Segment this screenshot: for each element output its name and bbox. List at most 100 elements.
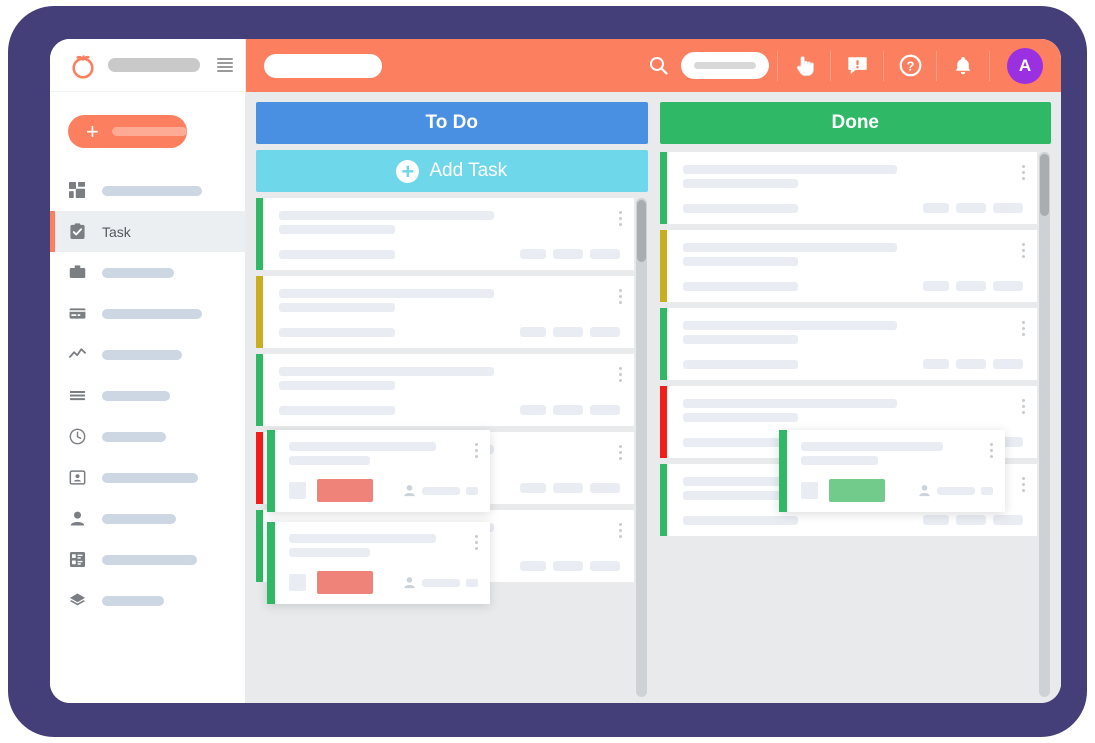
assignee-name-placeholder	[937, 486, 975, 495]
card-tag-row	[289, 479, 478, 502]
card-menu-icon[interactable]	[1022, 477, 1025, 492]
status-badge	[519, 249, 546, 259]
card-menu-icon[interactable]	[618, 523, 622, 538]
analytics-line-icon	[68, 346, 86, 364]
briefcase-icon	[68, 264, 86, 282]
card-footer	[682, 203, 1023, 213]
card-meta-placeholder	[466, 578, 478, 587]
card-tag	[317, 479, 373, 502]
sidebar-item-time[interactable]	[50, 416, 245, 457]
device-screen: + Task ? A To Do + Add Task Done	[50, 39, 1061, 703]
status-badge	[956, 359, 986, 369]
column-todo: To Do + Add Task	[256, 102, 648, 703]
card-menu-icon[interactable]	[990, 443, 993, 458]
table-row[interactable]	[256, 276, 634, 348]
card-menu-icon[interactable]	[1022, 399, 1025, 414]
card-subtitle-placeholder	[289, 456, 371, 465]
card-menu-icon[interactable]	[1022, 243, 1025, 258]
hand-pointer-icon[interactable]	[786, 48, 822, 84]
sidebar-item-billing[interactable]	[50, 293, 245, 334]
search-placeholder	[694, 62, 756, 69]
message-alert-icon[interactable]	[839, 48, 875, 84]
card-footer	[279, 405, 620, 415]
scrollbar-thumb[interactable]	[1040, 154, 1049, 216]
done-scrollbar[interactable]	[1039, 152, 1050, 697]
bell-notification-icon[interactable]	[945, 48, 981, 84]
dragging-card-todo-1[interactable]	[267, 430, 490, 512]
card-menu-icon[interactable]	[1022, 321, 1025, 336]
sidebar-item-lists[interactable]	[50, 375, 245, 416]
sidebar-item-analytics[interactable]	[50, 334, 245, 375]
sidebar-item-contacts[interactable]	[50, 457, 245, 498]
card-menu-icon[interactable]	[1022, 165, 1025, 180]
column-header-todo[interactable]: To Do	[256, 102, 648, 144]
hamburger-menu-icon[interactable]	[217, 58, 233, 72]
card-menu-icon[interactable]	[618, 289, 622, 304]
card-subtitle-placeholder	[279, 381, 395, 390]
table-row[interactable]	[659, 152, 1037, 224]
dragging-card-done-1[interactable]	[779, 430, 1005, 512]
card-menu-icon[interactable]	[618, 367, 622, 382]
card-footer	[279, 249, 620, 259]
table-row[interactable]	[659, 230, 1037, 302]
card-assignee	[918, 484, 993, 497]
card-subtitle-placeholder	[801, 456, 878, 465]
card-chips	[923, 281, 1023, 291]
add-task-button[interactable]: + Add Task	[256, 150, 648, 192]
new-item-button[interactable]: +	[68, 115, 187, 148]
card-menu-icon[interactable]	[475, 443, 478, 458]
sidebar-item-catalog[interactable]	[50, 539, 245, 580]
contact-card-icon	[68, 469, 86, 487]
table-row[interactable]	[256, 198, 634, 270]
card-tag	[829, 479, 885, 502]
list-lines-icon	[68, 387, 86, 405]
sidebar-item-label	[102, 349, 182, 360]
search-icon[interactable]	[647, 55, 669, 77]
status-badge	[552, 483, 583, 493]
status-badge	[993, 515, 1023, 525]
help-question-icon[interactable]: ?	[892, 48, 928, 84]
table-row[interactable]	[659, 308, 1037, 380]
card-assignee	[403, 576, 478, 589]
topbar-actions: ? A	[647, 39, 1043, 92]
card-menu-icon[interactable]	[618, 445, 622, 460]
card-menu-icon[interactable]	[618, 211, 622, 226]
assignee-name-placeholder	[422, 486, 460, 495]
sidebar-item-projects[interactable]	[50, 252, 245, 293]
sidebar-item-profile[interactable]	[50, 498, 245, 539]
status-badge	[519, 561, 546, 571]
sidebar-item-label	[102, 308, 202, 319]
status-badge	[589, 327, 620, 337]
status-badge	[552, 327, 583, 337]
brand-name-placeholder	[108, 58, 200, 72]
status-badge	[552, 405, 583, 415]
status-badge	[552, 249, 583, 259]
card-title-placeholder	[682, 321, 897, 330]
table-row[interactable]	[256, 354, 634, 426]
card-title-placeholder	[682, 165, 897, 174]
avatar[interactable]: A	[1007, 47, 1043, 84]
new-item-label-placeholder	[111, 127, 187, 136]
scrollbar-thumb[interactable]	[636, 200, 646, 262]
card-title-placeholder	[289, 534, 437, 543]
column-header-done[interactable]: Done	[659, 102, 1051, 144]
status-badge	[519, 327, 546, 337]
card-assignee	[403, 484, 478, 497]
credit-card-icon	[68, 305, 86, 323]
sidebar-item-dashboard[interactable]	[50, 170, 245, 211]
card-footer	[682, 515, 1023, 525]
card-menu-icon[interactable]	[475, 535, 478, 550]
dragging-card-todo-2[interactable]	[267, 522, 490, 604]
svg-text:?: ?	[906, 58, 914, 73]
card-tag	[317, 571, 373, 594]
card-footer	[682, 359, 1023, 369]
assignee-name-placeholder	[422, 578, 460, 587]
person-icon	[403, 576, 416, 589]
sidebar-item-layers[interactable]	[50, 580, 245, 621]
search-input[interactable]	[681, 52, 769, 79]
card-title-placeholder	[279, 367, 494, 376]
card-subtitle-placeholder	[289, 548, 371, 557]
todo-scrollbar[interactable]	[635, 198, 647, 697]
status-badge	[923, 203, 949, 213]
sidebar-item-task[interactable]: Task	[50, 211, 245, 252]
